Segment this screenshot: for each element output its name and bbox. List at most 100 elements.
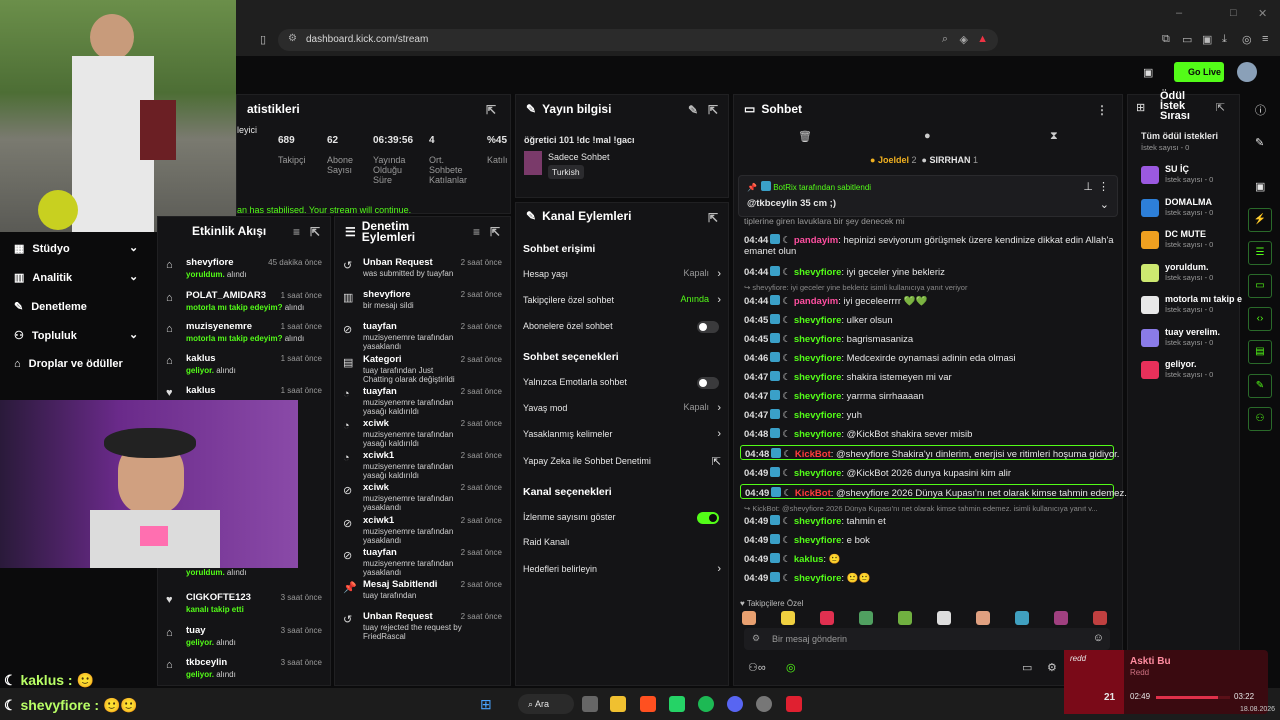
right-rail-code[interactable]: ‹›: [1248, 307, 1272, 331]
close-window-icon[interactable]: ✕: [1258, 7, 1267, 20]
ghost-icon[interactable]: ⚇∞: [748, 661, 766, 674]
taskbar-search[interactable]: ⌕ Ara: [518, 694, 574, 714]
sidebar-item-moderation[interactable]: ✎ Denetleme: [14, 300, 87, 313]
brave-rewards-icon[interactable]: ▲: [977, 33, 988, 45]
sidebar-item-drops[interactable]: ⌂ Droplar ve ödüller: [14, 358, 123, 370]
slow-mode-row[interactable]: Yavaş mod Kapalı ›: [523, 402, 721, 416]
edit-icon[interactable]: ✎: [688, 103, 698, 117]
table-row[interactable]: ◔ xciwk1 muzisyenemre tarafından yasağı ka…: [335, 450, 510, 480]
chat-username[interactable]: shevyfiore: [794, 334, 842, 345]
emote-icon[interactable]: [937, 611, 951, 625]
chat-username[interactable]: shevyfiore: [794, 573, 842, 584]
sidebar-item-studio[interactable]: ▦ Stüdyo ⌄: [14, 242, 138, 255]
table-row[interactable]: 📌 Mesaj Sabitlendi tuay tarafından 2 saat ö…: [335, 579, 510, 609]
chat-icon[interactable]: ●: [924, 130, 931, 142]
right-rail-wrench[interactable]: ✎: [1248, 374, 1272, 398]
show-viewers-toggle[interactable]: [697, 512, 719, 524]
right-rail-chat[interactable]: ▭: [1248, 274, 1272, 298]
goals-row[interactable]: Hedefleri belirleyin ›: [523, 563, 721, 577]
info-icon[interactable]: ⓘ: [1255, 102, 1266, 118]
popout-icon[interactable]: ⇱: [486, 103, 496, 117]
avatar[interactable]: [1237, 62, 1257, 82]
emote-strip[interactable]: [742, 609, 1112, 627]
popout-icon[interactable]: ⇱: [1216, 101, 1225, 114]
emoji-icon[interactable]: ☺: [1093, 632, 1104, 644]
filter-icon[interactable]: ≡: [293, 225, 300, 239]
extensions-icon[interactable]: ⧉: [1162, 33, 1170, 46]
trash-icon[interactable]: 🗑: [798, 130, 812, 143]
emote-icon[interactable]: [898, 611, 912, 625]
bookmark-icon[interactable]: ▯: [260, 33, 266, 46]
emote-icon[interactable]: [976, 611, 990, 625]
minimize-icon[interactable]: –: [1176, 7, 1182, 19]
chat-settings-icon[interactable]: ▭: [1022, 661, 1032, 674]
unpin-icon[interactable]: ⊥: [1083, 180, 1093, 193]
table-row[interactable]: ↺ Unban Request was submitted by tuayfan 2 …: [335, 257, 510, 287]
chat-username[interactable]: kaklus: [794, 554, 824, 565]
chat-input[interactable]: ⚙ Bir mesaj gönderin ☺: [744, 628, 1110, 650]
list-item[interactable]: ⌂ shevyfiore yoruldum. alındı 45 dakika önc…: [158, 257, 330, 285]
right-rail-flash[interactable]: ⚡: [1248, 208, 1272, 232]
whatsapp-icon[interactable]: [669, 696, 685, 712]
table-row[interactable]: ◔ xciwk muzisyenemre tarafından yasağı kal…: [335, 418, 510, 448]
file-explorer-icon[interactable]: [610, 696, 626, 712]
maximize-icon[interactable]: □: [1230, 7, 1237, 19]
list-item[interactable]: yoruldum. İstek sayısı - 0: [1141, 262, 1241, 288]
popout-icon[interactable]: ⇱: [490, 225, 500, 239]
chat-username[interactable]: shevyfiore: [794, 535, 842, 546]
table-row[interactable]: ↺ Unban Request tuay rejected the request …: [335, 611, 510, 641]
layout-icon[interactable]: ▣: [1255, 180, 1265, 193]
zoom-icon[interactable]: ⌕: [942, 33, 948, 46]
list-item[interactable]: ⌂ tuay geliyor. alındı 3 saat önce: [158, 625, 330, 653]
list-item[interactable]: ⌂ kaklus geliyor. alındı 1 saat önce: [158, 353, 330, 381]
chat-username[interactable]: KickBot: [795, 449, 831, 460]
app-icon[interactable]: [786, 696, 802, 712]
chat-username[interactable]: shevyfiore: [794, 315, 842, 326]
sub-chat-toggle[interactable]: [697, 321, 719, 333]
raid-row[interactable]: Raid Kanalı: [523, 537, 721, 551]
brave-icon[interactable]: [640, 696, 656, 712]
sidebar-icon[interactable]: ▭: [1182, 33, 1192, 46]
emote-icon[interactable]: [1054, 611, 1068, 625]
more-icon[interactable]: ⋮: [1096, 103, 1108, 117]
filter-icon[interactable]: ≡: [473, 225, 480, 239]
chat-username[interactable]: KickBot: [795, 488, 831, 499]
chat-username[interactable]: pandayim: [794, 235, 838, 246]
list-item[interactable]: ⌂ POLAT_AMIDAR3 motorla mı takip edeyim? a…: [158, 290, 330, 318]
table-row[interactable]: ▥ shevyfiore bir mesajı sildi 2 saat önce: [335, 289, 510, 319]
table-row[interactable]: ◔ tuayfan muzisyenemre tarafından yasağı k…: [335, 386, 510, 416]
emote-icon[interactable]: [1015, 611, 1029, 625]
chat-username[interactable]: shevyfiore: [794, 410, 842, 421]
gear-icon[interactable]: ⚙: [1047, 661, 1057, 674]
all-rewards[interactable]: Tüm ödül istekleri: [1141, 131, 1218, 141]
collapse-icon[interactable]: ⌄: [1100, 198, 1109, 211]
table-row[interactable]: ⊘ tuayfan muzisyenemre tarafından yasaklan…: [335, 321, 510, 351]
table-row[interactable]: ⊘ xciwk1 muzisyenemre tarafından yasakland…: [335, 515, 510, 545]
address-bar[interactable]: ⚙ dashboard.kick.com/stream ⌕ ◈ ▲: [278, 29, 998, 51]
emote-only-toggle[interactable]: [697, 377, 719, 389]
list-item[interactable]: ⌂ tkbceylin geliyor. alındı 3 saat önce: [158, 657, 330, 685]
right-rail-list[interactable]: ☰: [1248, 241, 1272, 265]
chat-username[interactable]: shevyfiore: [794, 391, 842, 402]
wallet-icon[interactable]: ▣: [1202, 33, 1212, 46]
chat-username[interactable]: shevyfiore: [794, 429, 842, 440]
chat-username[interactable]: shevyfiore: [794, 353, 842, 364]
chat-username[interactable]: pandayim: [794, 296, 838, 307]
table-row[interactable]: ▤ Kategori tuay tarafından Just Chatting o…: [335, 354, 510, 384]
list-item[interactable]: DC MUTE İstek sayısı - 0: [1141, 229, 1241, 255]
ai-mod-row[interactable]: Yapay Zeka ile Sohbet Denetimi ⇱: [523, 455, 721, 469]
list-item[interactable]: ⌂ muzisyenemre motorla mı takip edeyim? al…: [158, 321, 330, 349]
account-age-row[interactable]: Hesap yaşı Kapalı ›: [523, 268, 721, 282]
sidebar-item-analytics[interactable]: ▥ Analitik ⌄: [14, 271, 138, 284]
site-info-icon[interactable]: ⚙: [288, 33, 297, 44]
chat-username[interactable]: shevyfiore: [794, 372, 842, 383]
download-icon[interactable]: ⤓: [1222, 33, 1227, 46]
go-live-button[interactable]: Go Live: [1174, 62, 1224, 82]
obs-icon[interactable]: [756, 696, 772, 712]
edit-icon[interactable]: ✎: [1255, 136, 1264, 149]
popout-icon[interactable]: ⇱: [708, 103, 718, 117]
list-item[interactable]: tuay verelim. İstek sayısı - 0: [1141, 327, 1241, 353]
chat-username[interactable]: shevyfiore: [794, 468, 842, 479]
emote-icon[interactable]: [1093, 611, 1107, 625]
table-row[interactable]: ⊘ tuayfan muzisyenemre tarafından yasaklan…: [335, 547, 510, 577]
